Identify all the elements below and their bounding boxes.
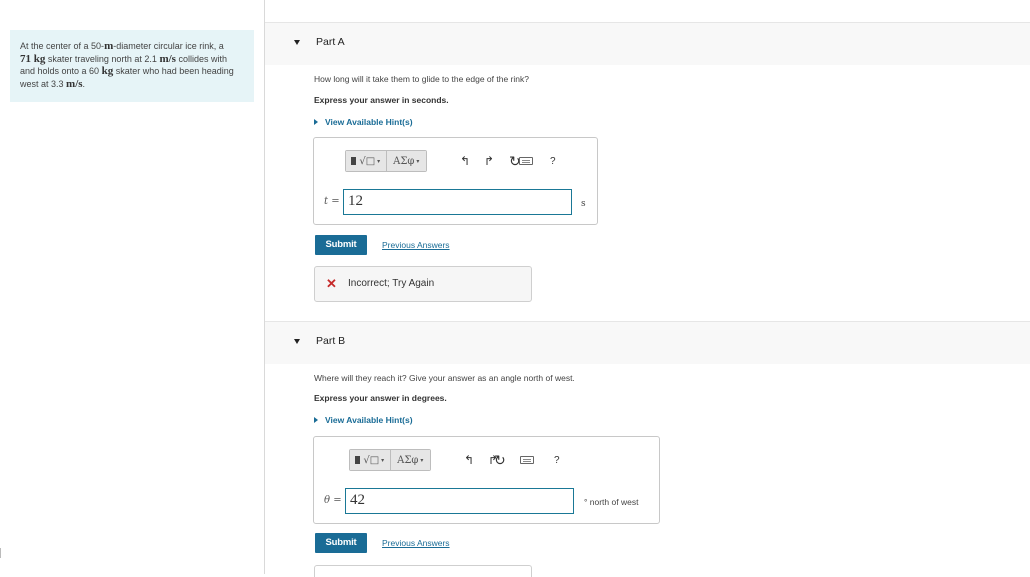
part-b-answer-box: √□ ▾ ΑΣφ ▾ ↰ ↱ ↻ ? θ = 42 ° north of west — [313, 436, 660, 524]
collapse-caret-icon[interactable] — [294, 339, 300, 344]
hint-label: View Available Hint(s) — [325, 415, 413, 425]
greek-symbols-button[interactable]: ΑΣφ ▾ — [386, 151, 426, 171]
problem-text: -diameter circular ice rink, a — [113, 41, 224, 51]
divider — [0, 548, 1, 558]
expand-triangle-icon — [314, 417, 318, 423]
sqrt-template-icon[interactable]: √□ ▾ — [346, 151, 387, 171]
problem-text: . — [82, 78, 86, 89]
variable-label: t = — [324, 196, 340, 207]
problem-statement: At the center of a 50-m-diameter circula… — [10, 30, 254, 102]
reset-icon[interactable]: ↻ — [494, 451, 506, 469]
keyboard-icon[interactable] — [520, 451, 534, 469]
undo-icon[interactable]: ↰ — [460, 152, 470, 170]
greek-symbols-button[interactable]: ΑΣφ ▾ — [390, 450, 430, 470]
part-a-express: Express your answer in seconds. — [314, 95, 449, 105]
sqrt-template-icon[interactable]: √□ ▾ — [350, 450, 391, 470]
problem-text: At the center of a 50- — [20, 41, 105, 51]
problem-unit: m/s — [159, 52, 176, 65]
part-a-title: Part A — [316, 36, 345, 48]
feedback-box: ✕ Incorrect; Try Again — [314, 266, 532, 302]
part-b-hint-link[interactable]: View Available Hint(s) — [314, 415, 413, 425]
problem-text: skater traveling north at 2.1 — [45, 53, 160, 64]
part-b-header[interactable]: Part B — [265, 321, 1030, 364]
part-b-question: Where will they reach it? Give your answ… — [314, 373, 575, 383]
keyboard-icon[interactable] — [519, 152, 533, 170]
problem-unit: m — [104, 40, 114, 52]
problem-unit: m/s — [66, 77, 83, 90]
collapse-caret-icon[interactable] — [294, 40, 300, 45]
greek-label: ΑΣφ — [397, 454, 419, 466]
problem-mass: 71 kg — [20, 52, 46, 65]
variable-label: θ = — [324, 495, 342, 506]
problem-panel: At the center of a 50-m-diameter circula… — [0, 0, 265, 574]
part-b-title: Part B — [316, 335, 346, 347]
feedback-message: Incorrect; Try Again — [348, 278, 435, 289]
hint-label: View Available Hint(s) — [325, 117, 413, 127]
part-a-answer-box: √□ ▾ ΑΣφ ▾ ↰ ↱ ↻ ? t = 12 s — [313, 137, 598, 225]
submit-button[interactable]: Submit — [315, 235, 367, 255]
submit-button[interactable]: Submit — [315, 533, 367, 553]
help-button[interactable]: ? — [550, 152, 556, 170]
problem-unit: kg — [101, 65, 114, 77]
part-a-hint-link[interactable]: View Available Hint(s) — [314, 117, 413, 127]
undo-icon[interactable]: ↰ — [464, 451, 474, 469]
math-toolbar: √□ ▾ ΑΣφ ▾ — [345, 150, 427, 172]
expand-triangle-icon — [314, 119, 318, 125]
math-toolbar: √□ ▾ ΑΣφ ▾ — [349, 449, 431, 471]
previous-answers-link[interactable]: Previous Answers — [382, 538, 450, 548]
answer-input[interactable]: 12 — [343, 189, 572, 215]
previous-answers-link[interactable]: Previous Answers — [382, 240, 450, 250]
feedback-box — [314, 565, 532, 577]
greek-label: ΑΣφ — [393, 155, 415, 167]
unit-label: s — [581, 199, 586, 209]
help-button[interactable]: ? — [554, 451, 560, 469]
part-a-question: How long will it take them to glide to t… — [314, 74, 529, 84]
incorrect-icon: ✕ — [326, 276, 337, 291]
redo-icon[interactable]: ↱ — [484, 152, 494, 170]
answer-input[interactable]: 42 — [345, 488, 574, 514]
part-a-header[interactable]: Part A — [265, 22, 1030, 65]
part-b-express: Express your answer in degrees. — [314, 393, 447, 403]
unit-label: ° north of west — [584, 497, 639, 507]
